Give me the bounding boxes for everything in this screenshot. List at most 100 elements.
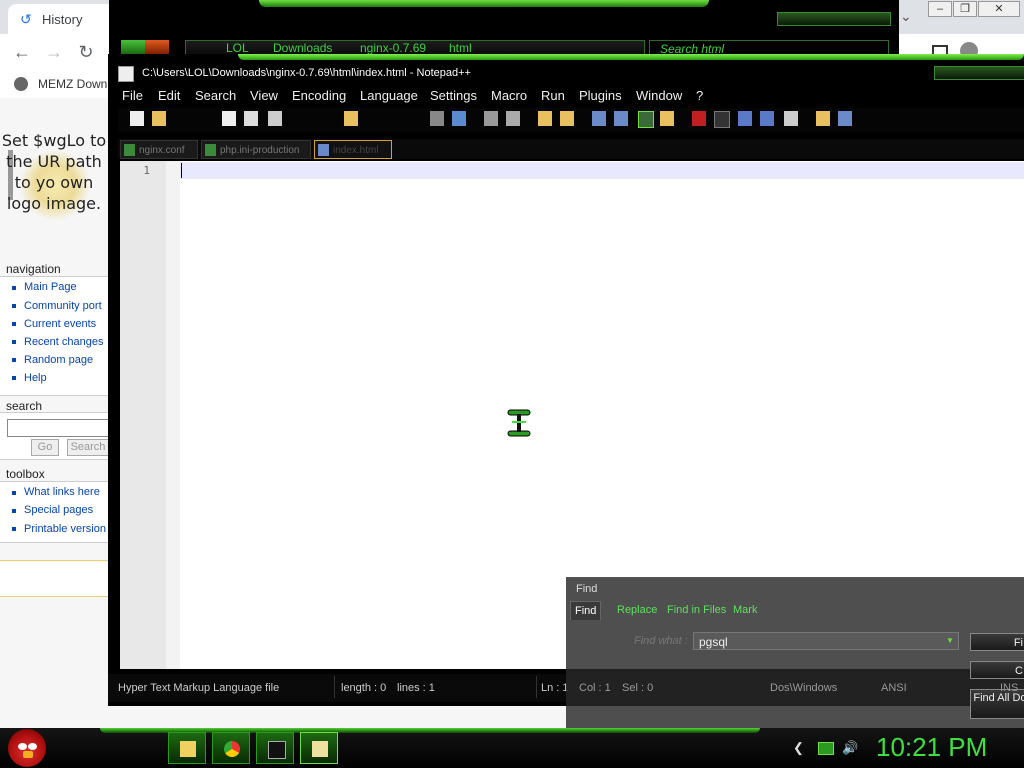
close-file-icon[interactable] bbox=[222, 111, 236, 126]
menu-file[interactable]: File bbox=[122, 88, 143, 103]
divider bbox=[0, 596, 108, 597]
nav-link-random-page[interactable]: Random page bbox=[24, 354, 93, 366]
menu-settings[interactable]: Settings bbox=[430, 88, 477, 103]
menu-plugins[interactable]: Plugins bbox=[579, 88, 622, 103]
menu-edit[interactable]: Edit bbox=[158, 88, 180, 103]
toolbox-link-special-pages[interactable]: Special pages bbox=[24, 504, 93, 516]
bullet bbox=[12, 491, 16, 495]
spellcheck-icon[interactable] bbox=[838, 111, 852, 126]
explorer-window-controls[interactable] bbox=[777, 12, 891, 26]
divider bbox=[0, 560, 108, 561]
menu-macro[interactable]: Macro bbox=[491, 88, 527, 103]
indent-guide-icon[interactable] bbox=[638, 111, 654, 128]
find-tab-replace[interactable]: Replace bbox=[613, 601, 661, 619]
new-file-icon[interactable] bbox=[130, 111, 144, 126]
crumb-html[interactable]: html bbox=[449, 41, 472, 55]
menu-help[interactable]: ? bbox=[696, 88, 703, 103]
start-beak bbox=[23, 751, 33, 758]
replace-icon[interactable] bbox=[452, 111, 466, 126]
tray-chevron-icon[interactable]: ❮ bbox=[793, 740, 804, 756]
forward-icon[interactable]: → bbox=[44, 42, 64, 62]
record-macro-icon[interactable] bbox=[692, 111, 706, 126]
close-all-icon[interactable] bbox=[244, 111, 258, 126]
npp-glow bbox=[238, 54, 1024, 60]
count-button[interactable]: C bbox=[970, 661, 1024, 679]
find-what-input[interactable]: pgsql bbox=[693, 632, 959, 650]
current-line-highlight bbox=[180, 162, 1024, 179]
run-macro-multiple-icon[interactable] bbox=[760, 111, 774, 126]
print-icon[interactable] bbox=[268, 111, 282, 126]
menu-encoding[interactable]: Encoding bbox=[292, 88, 346, 103]
zoom-out-icon[interactable] bbox=[506, 111, 520, 126]
npp-title: C:\Users\LOL\Downloads\nginx-0.7.69\html… bbox=[142, 67, 471, 79]
save-macro-icon[interactable] bbox=[784, 111, 798, 126]
nav-link-community-portal[interactable]: Community port bbox=[24, 300, 102, 312]
status-separator bbox=[536, 676, 537, 698]
crumb-downloads[interactable]: Downloads bbox=[273, 41, 332, 55]
taskbar-clock[interactable]: 10:21 PM bbox=[876, 732, 987, 763]
open-file-icon[interactable] bbox=[152, 111, 166, 126]
minimize-icon[interactable]: – bbox=[928, 1, 952, 17]
status-mode: INS bbox=[1000, 682, 1019, 694]
chevron-down-icon[interactable]: ⌄ bbox=[900, 8, 912, 25]
toolbox-link-printable-version[interactable]: Printable version bbox=[24, 523, 106, 535]
wrap-icon[interactable] bbox=[592, 111, 606, 126]
start-button[interactable] bbox=[8, 729, 46, 767]
status-ln: Ln : 1 bbox=[541, 682, 569, 694]
find-next-button[interactable]: Fi bbox=[970, 633, 1024, 651]
volume-icon[interactable]: 🔊 bbox=[842, 740, 858, 756]
find-tab-mark[interactable]: Mark bbox=[729, 601, 761, 619]
toolbox-link-what-links-here[interactable]: What links here bbox=[24, 486, 100, 498]
doc-tab-nginx-conf[interactable]: nginx.conf bbox=[120, 140, 198, 159]
wiki-search-input[interactable] bbox=[7, 419, 109, 437]
back-icon[interactable]: ← bbox=[12, 42, 32, 62]
stop-macro-icon[interactable] bbox=[714, 111, 730, 128]
play-macro-icon[interactable] bbox=[738, 111, 752, 126]
search-button[interactable]: Search bbox=[67, 439, 109, 456]
taskbar-notepadpp[interactable] bbox=[300, 732, 338, 764]
find-icon[interactable] bbox=[430, 111, 444, 126]
wiki-logo-text[interactable]: Set $wgLo to the UR path to yo own logo … bbox=[0, 130, 108, 214]
doc-tab-php-ini[interactable]: php.ini-production bbox=[201, 140, 311, 159]
find-tab-find-in-files[interactable]: Find in Files bbox=[663, 601, 730, 619]
folder-icon[interactable] bbox=[816, 111, 830, 126]
doc-tab-label: php.ini-production bbox=[220, 145, 300, 156]
sync-h-icon[interactable] bbox=[560, 111, 574, 126]
doc-map-icon[interactable] bbox=[660, 111, 674, 126]
find-dialog: Find Find Replace Find in Files Mark Fin… bbox=[566, 577, 1024, 729]
nav-link-help[interactable]: Help bbox=[24, 372, 47, 384]
dropdown-arrow-icon[interactable]: ▼ bbox=[946, 636, 954, 645]
menu-view[interactable]: View bbox=[250, 88, 278, 103]
nav-link-main-page[interactable]: Main Page bbox=[24, 281, 77, 293]
sync-v-icon[interactable] bbox=[538, 111, 552, 126]
doc-tab-index-html[interactable]: index.html bbox=[314, 140, 392, 159]
menu-language[interactable]: Language bbox=[360, 88, 418, 103]
crumb-nginx[interactable]: nginx-0.7.69 bbox=[360, 41, 426, 55]
nav-link-recent-changes[interactable]: Recent changes bbox=[24, 336, 104, 348]
zoom-in-icon[interactable] bbox=[484, 111, 498, 126]
menu-search[interactable]: Search bbox=[195, 88, 236, 103]
taskbar-chrome[interactable] bbox=[212, 732, 250, 764]
npp-window-controls[interactable] bbox=[934, 66, 1024, 80]
bookmark-item[interactable]: MEMZ Down bbox=[38, 77, 107, 91]
menu-run[interactable]: Run bbox=[541, 88, 565, 103]
menu-window[interactable]: Window bbox=[636, 88, 682, 103]
reload-icon[interactable]: ↻ bbox=[76, 42, 96, 62]
find-tab-find[interactable]: Find bbox=[570, 601, 602, 620]
ibeam-cursor-icon bbox=[507, 409, 531, 437]
taskbar-explorer[interactable] bbox=[168, 732, 206, 764]
network-icon[interactable] bbox=[818, 742, 834, 755]
maximize-icon[interactable]: ❐ bbox=[953, 1, 977, 17]
taskbar-cmd[interactable] bbox=[256, 732, 294, 764]
paste-icon[interactable] bbox=[344, 111, 358, 126]
nav-arrow-icon[interactable] bbox=[145, 40, 169, 54]
show-all-chars-icon[interactable] bbox=[614, 111, 628, 126]
crumb-lol[interactable]: LOL bbox=[226, 41, 249, 55]
browser-tab-history[interactable]: ↺ History bbox=[8, 4, 120, 34]
fold-margin bbox=[166, 161, 180, 669]
nav-link-current-events[interactable]: Current events bbox=[24, 318, 96, 330]
status-eol: Dos\Windows bbox=[770, 682, 838, 694]
back-forward-icon[interactable] bbox=[121, 40, 145, 54]
go-button[interactable]: Go bbox=[31, 439, 59, 456]
close-icon[interactable]: ✕ bbox=[978, 1, 1020, 17]
